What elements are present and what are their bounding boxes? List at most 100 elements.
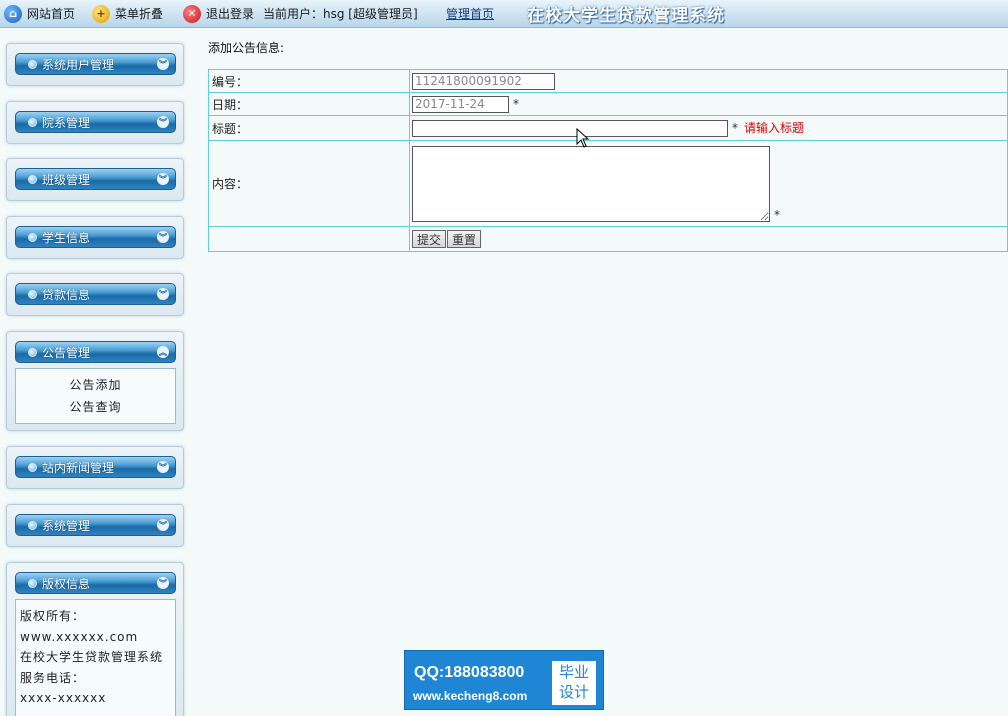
chevron-down-icon: ︾ <box>157 231 169 243</box>
watermark-banner: QQ:188083800 www.kecheng8.com 毕业 设计 <box>404 650 604 710</box>
menu-group-loans: 贷款信息 ︾ <box>6 273 184 316</box>
menu-header-news[interactable]: 站内新闻管理 ︾ <box>15 456 176 478</box>
copyright-line: 服务电话： <box>20 670 86 685</box>
date-field[interactable] <box>412 95 509 113</box>
date-label: 日期： <box>208 92 410 116</box>
menu-header-classes[interactable]: 班级管理 ︾ <box>15 168 176 190</box>
menu-group-system: 系统管理 ︾ <box>6 504 184 547</box>
current-user-label: 当前用户：hsg [超级管理员] <box>263 7 418 21</box>
menu-header-students[interactable]: 学生信息 ︾ <box>15 226 176 248</box>
chevron-down-icon: ︾ <box>157 288 169 300</box>
logout-label: 退出登录 <box>206 7 255 21</box>
menu-header-announcements[interactable]: 公告管理 ︽ <box>15 341 176 363</box>
announcement-form: 编号： 日期： * 标题： * 请输入标题 内容： * 提交重置 <box>208 69 1008 252</box>
bullet-icon <box>28 578 37 588</box>
menu-header-label: 站内新闻管理 <box>42 460 115 475</box>
id-cell <box>409 69 1008 93</box>
title-label: 标题： <box>208 115 410 141</box>
menu-header-label: 贷款信息 <box>42 287 91 302</box>
bullet-icon <box>28 289 37 299</box>
submenu-item-add-announcement[interactable]: 公告添加 <box>16 374 175 396</box>
form-row-content: 内容： * <box>208 140 1008 227</box>
id-field[interactable] <box>412 72 555 90</box>
menu-group-news: 站内新闻管理 ︾ <box>6 446 184 489</box>
form-row-date: 日期： * <box>208 92 1008 116</box>
bullet-icon <box>28 520 37 530</box>
menu-header-label: 系统管理 <box>42 518 91 533</box>
chevron-down-icon: ︾ <box>157 577 169 589</box>
watermark-badge-line: 设计 <box>558 683 589 701</box>
actions-cell: 提交 重置 <box>409 226 1008 252</box>
required-mark: * <box>513 96 519 111</box>
actions-label-cell <box>208 226 410 252</box>
copyright-text: 版权所有： www.xxxxxx.com 在校大学生贷款管理系统 服务电话： x… <box>16 600 175 715</box>
content-textarea[interactable] <box>412 145 770 222</box>
copyright-line: www.xxxxxx.com <box>20 629 139 644</box>
required-mark: * <box>732 121 738 135</box>
chevron-down-icon: ︾ <box>157 58 169 70</box>
form-row-actions: 提交 重置 <box>208 226 1008 252</box>
system-title: 在校大学生贷款管理系统 <box>527 0 725 27</box>
bullet-icon <box>28 174 37 184</box>
required-mark: * <box>774 207 780 222</box>
bullet-icon <box>28 117 37 127</box>
copyright-line: 在校大学生贷款管理系统 <box>20 650 164 664</box>
bullet-icon <box>28 347 37 357</box>
copyright-line: xxxx-xxxxxx <box>20 691 107 705</box>
menu-header-label: 公告管理 <box>42 345 91 360</box>
admin-home-label: 管理首页 <box>446 7 495 21</box>
chevron-down-icon: ︾ <box>157 116 169 128</box>
menu-header-departments[interactable]: 院系管理 ︾ <box>15 111 176 133</box>
bullet-icon <box>28 232 37 242</box>
copyright-panel: 版权所有： www.xxxxxx.com 在校大学生贷款管理系统 服务电话： x… <box>15 599 176 716</box>
globe-icon: ⌂ <box>4 4 22 23</box>
menu-header-system[interactable]: 系统管理 ︾ <box>15 514 176 536</box>
content-label: 内容： <box>208 140 410 227</box>
title-cell: * 请输入标题 <box>409 115 1008 141</box>
admin-home-link[interactable]: 管理首页 <box>446 0 494 28</box>
home-link[interactable]: ⌂ 网站首页 <box>4 0 75 28</box>
mouse-cursor-icon <box>576 128 590 148</box>
menu-header-label: 学生信息 <box>42 230 91 245</box>
submenu-item-query-announcement[interactable]: 公告查询 <box>16 396 175 418</box>
menu-header-label: 系统用户管理 <box>42 57 115 72</box>
watermark-badge-line: 毕业 <box>558 663 589 681</box>
close-icon: ✕ <box>183 4 201 23</box>
chevron-down-icon: ︾ <box>157 519 169 531</box>
menu-header-label: 版权信息 <box>42 576 91 591</box>
bullet-icon <box>28 462 37 472</box>
date-cell: * <box>409 92 1008 116</box>
sidebar: 系统用户管理 ︾ 院系管理 ︾ 班级管理 ︾ 学生信息 ︾ 贷款信息 ︾ 公告管… <box>0 28 196 716</box>
id-label: 编号： <box>208 69 410 93</box>
watermark-url: www.kecheng8.com <box>413 689 528 703</box>
page-title: 添加公告信息: <box>208 41 285 55</box>
chevron-down-icon: ︾ <box>157 461 169 473</box>
form-row-title: 标题： * 请输入标题 <box>208 115 1008 141</box>
announcement-submenu: 公告添加 公告查询 <box>15 368 176 424</box>
menu-header-loans[interactable]: 贷款信息 ︾ <box>15 283 176 305</box>
title-error-message: 请输入标题 <box>744 121 805 135</box>
fold-icon: + <box>92 4 110 23</box>
menu-group-students: 学生信息 ︾ <box>6 216 184 259</box>
reset-button[interactable]: 重置 <box>447 230 482 248</box>
menu-header-copyright[interactable]: 版权信息 ︾ <box>15 572 176 594</box>
content-cell: * <box>409 140 1008 227</box>
menu-group-announcements: 公告管理 ︽ 公告添加 公告查询 <box>6 331 184 431</box>
menu-header-users[interactable]: 系统用户管理 ︾ <box>15 53 176 75</box>
submit-button[interactable]: 提交 <box>412 230 447 248</box>
bullet-icon <box>28 59 37 69</box>
menu-group-departments: 院系管理 ︾ <box>6 101 184 144</box>
title-field[interactable] <box>412 120 728 137</box>
logout-link[interactable]: ✕ 退出登录 <box>183 0 254 28</box>
form-row-id: 编号： <box>208 69 1008 93</box>
menu-fold-link[interactable]: + 菜单折叠 <box>92 0 163 28</box>
chevron-up-icon: ︽ <box>157 346 169 358</box>
watermark-badge: 毕业 设计 <box>552 661 596 705</box>
current-user-text: 当前用户：hsg [超级管理员] <box>263 0 418 28</box>
menu-header-label: 院系管理 <box>42 115 91 130</box>
home-link-label: 网站首页 <box>27 7 76 21</box>
menu-group-classes: 班级管理 ︾ <box>6 158 184 201</box>
chevron-down-icon: ︾ <box>157 173 169 185</box>
system-title-label: 在校大学生贷款管理系统 <box>527 5 725 26</box>
menu-fold-label: 菜单折叠 <box>115 7 164 21</box>
